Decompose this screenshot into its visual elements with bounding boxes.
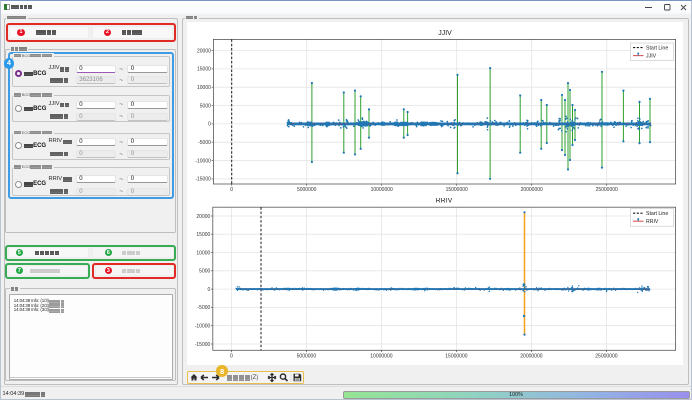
svg-text:15000000: 15000000 [446, 187, 468, 193]
svg-text:0: 0 [230, 187, 233, 193]
svg-text:25000000: 25000000 [596, 187, 618, 193]
svg-text:10000: 10000 [197, 85, 211, 91]
svg-text:-5000: -5000 [198, 140, 211, 146]
svg-text:0: 0 [208, 122, 211, 128]
svg-text:Start Line: Start Line [646, 45, 668, 51]
svg-text:20000000: 20000000 [521, 187, 543, 193]
svg-text:-10000: -10000 [195, 158, 211, 164]
svg-text:5000000: 5000000 [297, 187, 317, 193]
svg-text:5000: 5000 [200, 103, 211, 109]
svg-text:10000000: 10000000 [371, 187, 393, 193]
svg-text:JJIV: JJIV [646, 53, 657, 59]
svg-text:20000: 20000 [197, 48, 211, 54]
svg-text:15000: 15000 [197, 67, 211, 73]
svg-text:JJIV: JJIV [438, 30, 452, 37]
svg-text:-15000: -15000 [195, 177, 211, 183]
